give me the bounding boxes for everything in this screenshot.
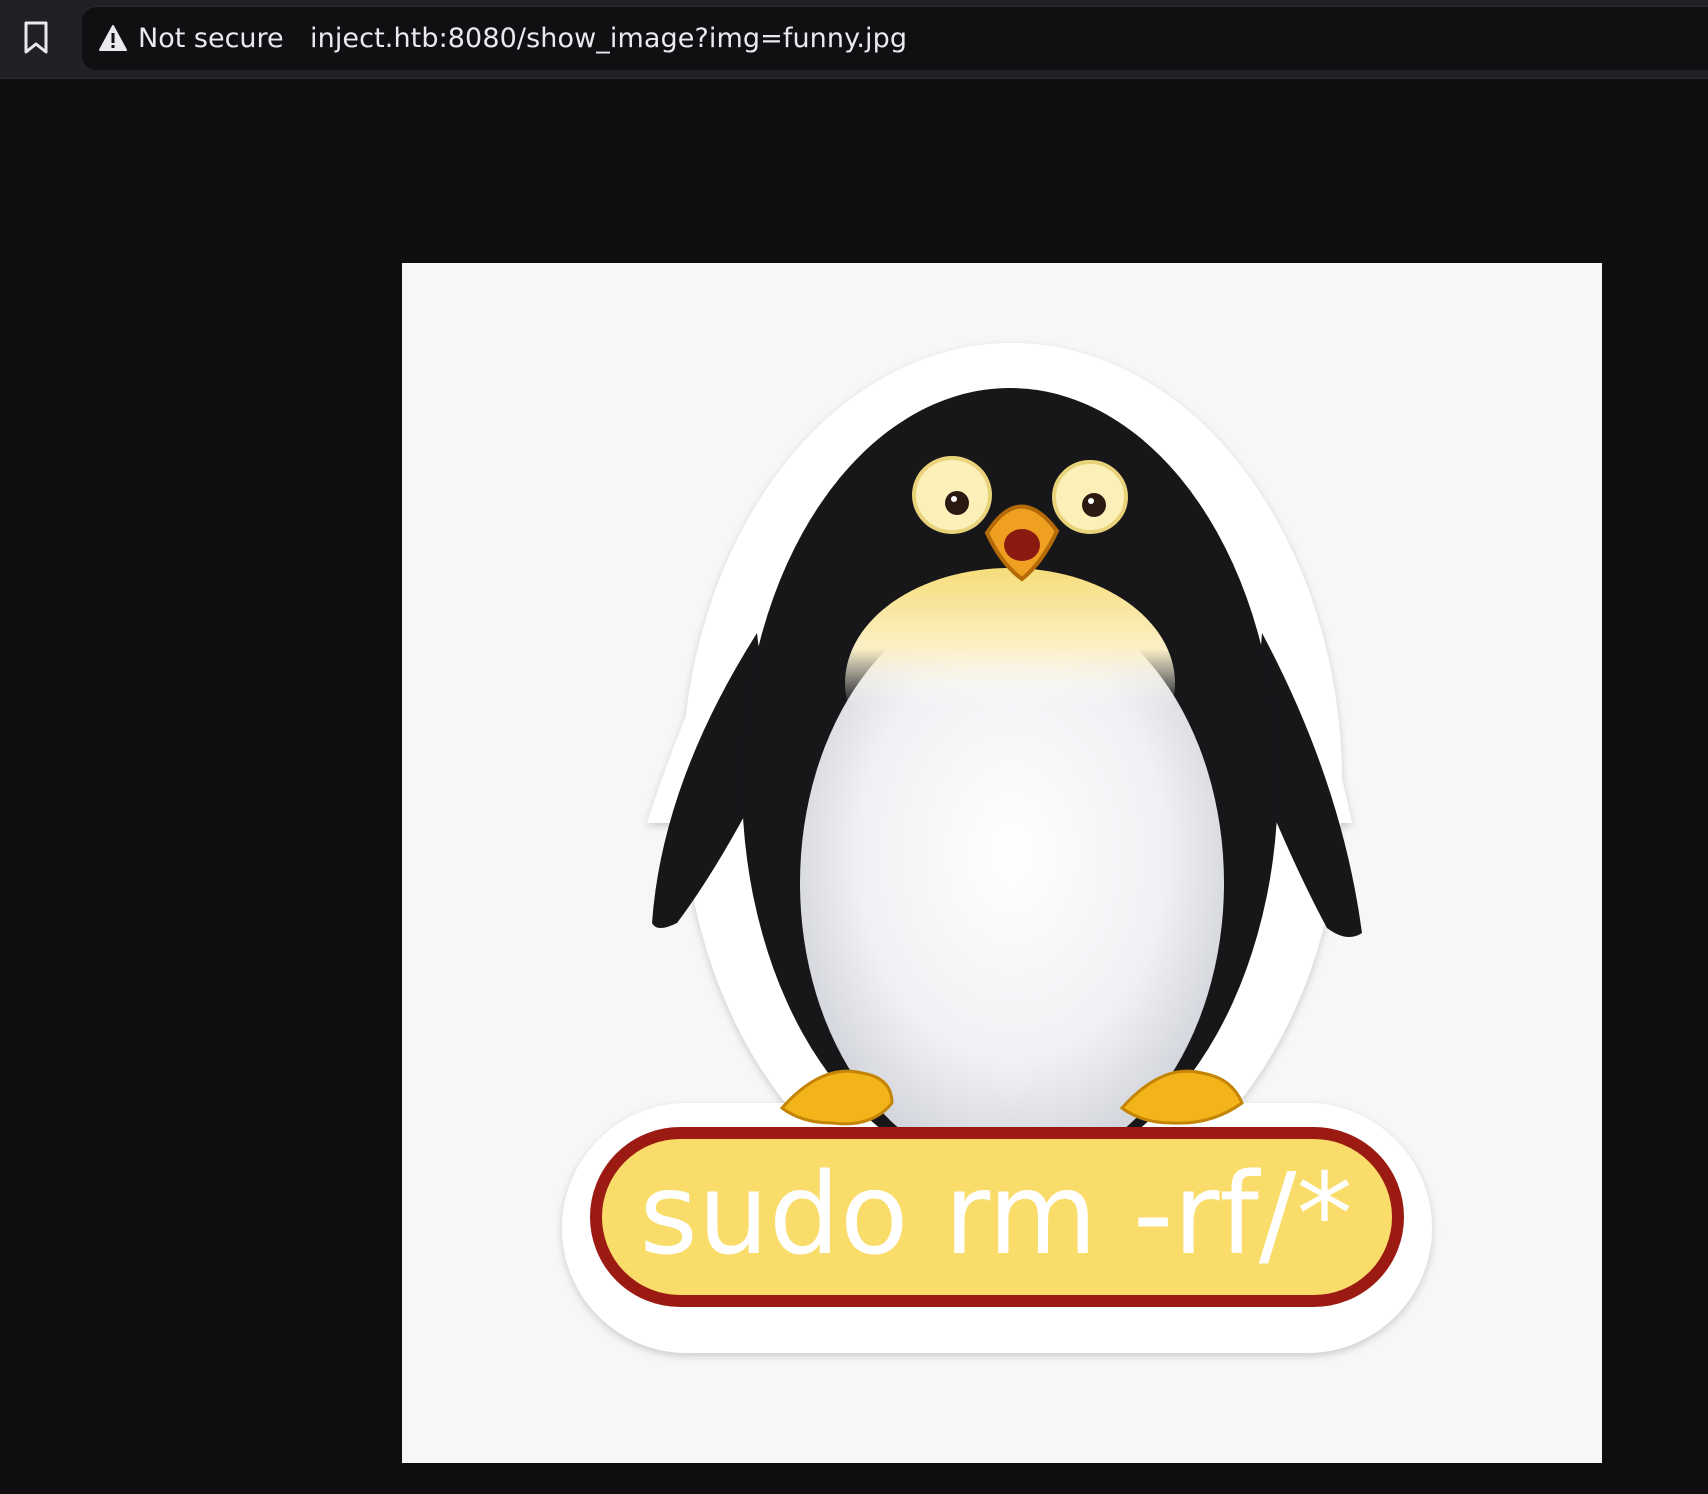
bookmark-icon <box>24 21 48 54</box>
bookmark-button[interactable] <box>16 18 56 58</box>
displayed-image: sudo rm -rf/* <box>402 263 1602 1463</box>
security-label: Not secure <box>138 22 284 54</box>
address-bar[interactable]: Not secure inject.htb:8080/show_image?im… <box>82 6 1708 70</box>
url-text[interactable]: inject.htb:8080/show_image?img=funny.jpg <box>310 20 907 56</box>
browser-toolbar: Not secure inject.htb:8080/show_image?im… <box>0 0 1708 79</box>
penguin-sticker-image: sudo rm -rf/* <box>562 343 1432 1353</box>
caption-text: sudo rm -rf/* <box>640 1150 1353 1280</box>
security-indicator[interactable]: Not secure <box>98 20 284 56</box>
page-viewport: sudo rm -rf/* <box>0 80 1708 1494</box>
warning-triangle-icon <box>99 25 127 51</box>
caption-badge: sudo rm -rf/* <box>590 1127 1404 1307</box>
